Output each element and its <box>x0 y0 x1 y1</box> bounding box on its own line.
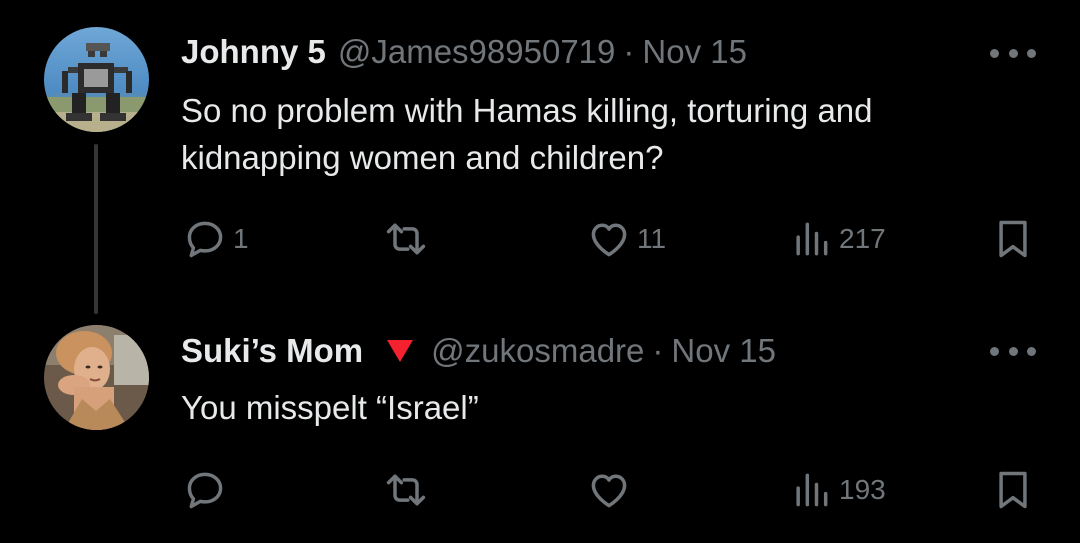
reply-button[interactable] <box>183 467 233 513</box>
retweet-button[interactable] <box>384 216 434 262</box>
bar-chart-icon <box>796 222 828 256</box>
like-count: 11 <box>637 223 667 254</box>
tweet-date[interactable]: Nov 15 <box>671 331 776 371</box>
user-handle[interactable]: @James98950719 <box>338 32 616 72</box>
bookmark-icon <box>999 471 1027 509</box>
retweet-button[interactable] <box>384 467 434 513</box>
view-count: 193 <box>839 474 886 505</box>
bookmark-button[interactable] <box>991 216 1035 262</box>
heart-icon <box>591 223 627 257</box>
bar-chart-icon <box>796 473 828 507</box>
tweet-actions: 1 11 217 <box>181 216 1041 262</box>
display-name[interactable]: Johnny 5 <box>181 32 326 72</box>
tweet-text: So no problem with Hamas killing, tortur… <box>181 92 873 176</box>
retweet-icon <box>386 223 426 255</box>
tweet-reply[interactable]: Suki’s Mom @zukosmadre · Nov 15 You miss… <box>0 300 1080 543</box>
like-button[interactable]: 11 <box>587 216 666 262</box>
tweet-header: Johnny 5 @James98950719 · Nov 15 <box>181 32 747 72</box>
tweet-header: Suki’s Mom @zukosmadre · Nov 15 <box>181 331 776 371</box>
more-options-icon[interactable] <box>990 46 1036 60</box>
like-button[interactable] <box>587 467 637 513</box>
bookmark-button[interactable] <box>991 467 1035 513</box>
view-count: 217 <box>839 223 886 254</box>
separator-dot: · <box>652 332 664 369</box>
views-button[interactable]: 217 <box>789 216 886 262</box>
tweet-date[interactable]: Nov 15 <box>642 32 747 72</box>
retweet-icon <box>386 474 426 506</box>
reply-count: 1 <box>233 223 249 254</box>
tweet-parent[interactable]: Johnny 5 @James98950719 · Nov 15 So no p… <box>0 0 1080 300</box>
reply-button[interactable]: 1 <box>183 216 249 262</box>
tweet-actions: 193 <box>181 467 1041 513</box>
views-button[interactable]: 193 <box>789 467 886 513</box>
separator-dot: · <box>623 33 635 70</box>
avatar[interactable] <box>44 325 149 430</box>
bookmark-icon <box>999 220 1027 258</box>
avatar[interactable] <box>44 27 149 132</box>
heart-icon <box>591 474 627 508</box>
reply-icon <box>187 472 223 509</box>
display-name[interactable]: Suki’s Mom <box>181 331 363 371</box>
tweet-text: You misspelt “Israel” <box>181 389 479 426</box>
red-triangle-icon <box>387 340 414 362</box>
more-options-icon[interactable] <box>990 344 1036 358</box>
user-handle[interactable]: @zukosmadre <box>431 331 644 371</box>
reply-icon <box>187 221 223 258</box>
